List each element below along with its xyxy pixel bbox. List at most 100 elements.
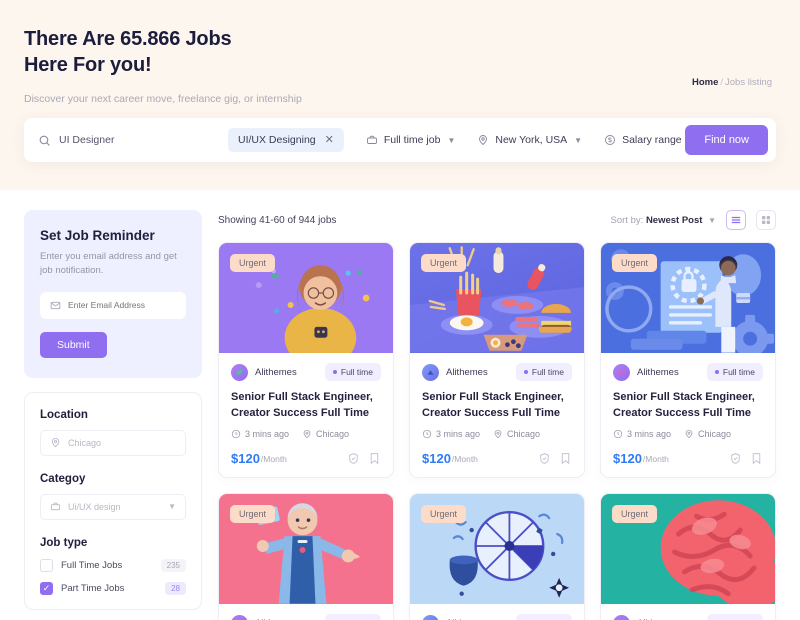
company-name: Alithemes: [637, 366, 679, 378]
filters-card: Location Chicago Categoy Ui/UX design ▼ …: [24, 391, 202, 610]
grid-view-button[interactable]: [756, 210, 776, 230]
reminder-title: Set Job Reminder: [40, 228, 155, 243]
page-title-line2: Here For you!: [24, 54, 152, 77]
checkbox-full-time-jobs[interactable]: [40, 558, 53, 572]
urgent-badge: Urgent: [612, 254, 658, 272]
job-type-select[interactable]: Full time job ▼: [366, 134, 455, 146]
job-card-actions: [729, 452, 763, 465]
location-select[interactable]: New York, USA ▼: [477, 134, 582, 146]
status-dot-icon: [714, 370, 719, 374]
company-name: Alithemes: [255, 366, 297, 378]
butterfly-logo-icon: [613, 614, 630, 620]
job-cards-grid: Urgent Alithemes Full time Senior Full S…: [218, 242, 776, 620]
shield-check-icon[interactable]: [347, 452, 360, 465]
job-meta: 3 mins ago Chicago: [613, 429, 763, 439]
job-title[interactable]: Senior Full Stack Engineer, Creator Succ…: [613, 390, 763, 421]
job-card-body: Alithemes Full time Senior Full Stack En…: [601, 353, 775, 477]
search-field[interactable]: [38, 134, 228, 147]
bookmark-icon[interactable]: [559, 452, 572, 465]
email-field[interactable]: [68, 300, 176, 310]
bookmark-icon[interactable]: [368, 452, 381, 465]
job-location: Chicago: [684, 429, 731, 439]
location-filter-input[interactable]: Chicago: [40, 429, 186, 456]
shield-check-icon[interactable]: [538, 452, 551, 465]
job-location-label: Chicago: [698, 429, 732, 440]
job-type-badge: Full time: [515, 614, 572, 620]
job-card[interactable]: Urgent: [600, 493, 776, 620]
category-filter-select[interactable]: Ui/UX design ▼: [40, 493, 186, 520]
job-price: $120: [613, 451, 642, 467]
mountain-logo-icon: [422, 614, 439, 620]
job-location-label: Chicago: [316, 429, 350, 440]
job-type-value: Full time job: [383, 134, 441, 146]
job-card-body: Alithemes Full time Senior Full Stack En…: [219, 604, 393, 620]
category-filter-label: Categoy: [40, 472, 86, 485]
find-now-button[interactable]: Find now: [685, 125, 768, 155]
breadcrumb-current: Jobs listing: [725, 77, 772, 88]
job-location-label: Chicago: [507, 429, 541, 440]
location-pin-icon: [302, 429, 312, 439]
job-card[interactable]: Urgent: [218, 493, 394, 620]
clock-icon: [231, 429, 241, 439]
job-card[interactable]: Urgent: [218, 242, 394, 479]
jobtype-count: 28: [165, 581, 186, 595]
salary-select[interactable]: Salary range: [604, 134, 682, 146]
job-price-period: /Month: [642, 453, 669, 464]
close-icon[interactable]: ✕: [325, 134, 334, 146]
job-posted-label: 3 mins ago: [627, 429, 672, 440]
job-price-row: $120 /Month: [422, 451, 572, 466]
job-card-company-row: Alithemes Full time: [422, 363, 572, 381]
job-card-image: Urgent: [601, 243, 775, 353]
job-meta: 3 mins ago Chicago: [422, 429, 572, 439]
job-card-company-row: Alithemes Full time: [231, 363, 381, 381]
job-card-company-row: Alithemes Full time: [613, 614, 763, 620]
sort-dropdown[interactable]: Sort by: Newest Post ▼: [611, 215, 716, 226]
email-field-wrapper[interactable]: [40, 291, 186, 319]
job-title[interactable]: Senior Full Stack Engineer, Creator Succ…: [231, 390, 381, 421]
urgent-badge: Urgent: [230, 505, 276, 524]
jobtype-checkbox-row[interactable]: Full Time Jobs 235: [40, 558, 186, 572]
briefcase-icon: [366, 134, 378, 146]
chevron-down-icon: ▼: [168, 502, 176, 511]
search-tag-chip[interactable]: UI/UX Designing ✕: [228, 128, 344, 152]
job-card-company-row: Alithemes Full time: [422, 614, 572, 620]
jobtype-count: 235: [160, 558, 186, 572]
list-view-button[interactable]: [726, 210, 746, 230]
sort-and-view-controls: Sort by: Newest Post ▼: [611, 210, 776, 230]
job-price-period: /Month: [260, 453, 287, 464]
checkbox-part-time-jobs[interactable]: ✓: [40, 581, 53, 595]
search-input[interactable]: [59, 134, 199, 146]
location-value: New York, USA: [495, 134, 568, 146]
hero-header: There Are 65.866 Jobs Here For you! Disc…: [0, 0, 800, 190]
shield-check-icon[interactable]: [729, 452, 742, 465]
job-card-actions: [538, 452, 572, 465]
job-price: $120: [422, 451, 451, 467]
breadcrumb: Home / Jobs listing: [692, 77, 772, 88]
urgent-badge: Urgent: [230, 254, 276, 272]
chevron-down-icon: ▼: [574, 135, 583, 145]
search-tag-label: UI/UX Designing: [238, 134, 316, 146]
breadcrumb-home-link[interactable]: Home: [692, 77, 718, 88]
job-card-body: Alithemes Full time Senior Full Stack En…: [410, 353, 584, 477]
job-type-badge-label: Full time: [531, 367, 564, 377]
job-title[interactable]: Senior Full Stack Engineer, Creator Succ…: [422, 390, 572, 421]
submit-button[interactable]: Submit: [40, 331, 107, 358]
mountain-logo-icon: [422, 363, 439, 381]
job-card-company-row: Alithemes Full time: [613, 363, 763, 381]
job-card[interactable]: Urgent: [409, 493, 585, 620]
location-pin-icon: [477, 134, 489, 146]
job-card[interactable]: Urgent: [600, 242, 776, 479]
job-card[interactable]: Urgent: [409, 242, 585, 479]
job-type-badge: Full time: [706, 614, 763, 620]
urgent-badge: Urgent: [421, 505, 467, 524]
location-pin-icon: [50, 437, 61, 448]
status-dot-icon: [523, 370, 528, 374]
status-dot-icon: [332, 370, 337, 374]
page-title-line1: There Are 65.866 Jobs: [24, 28, 232, 50]
butterfly-logo-icon: [613, 363, 630, 381]
sort-value: Newest Post: [645, 214, 703, 226]
clock-icon: [613, 429, 623, 439]
job-posted-time: 3 mins ago: [231, 429, 289, 439]
jobtype-checkbox-row[interactable]: ✓ Part Time Jobs 28: [40, 581, 186, 595]
bookmark-icon[interactable]: [750, 452, 763, 465]
